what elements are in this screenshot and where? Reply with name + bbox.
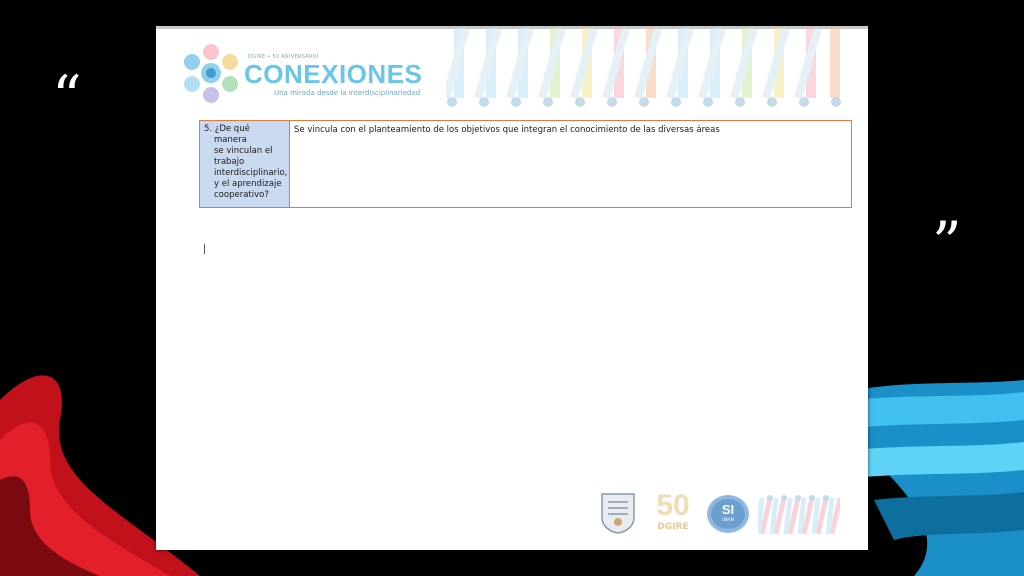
question-line: manera [214, 135, 247, 145]
brand-title: CONEXIONES [244, 59, 423, 89]
quote-close-mark: ” [932, 209, 962, 277]
question-line: trabajo [214, 157, 245, 167]
question-line: se vinculan el [214, 146, 273, 156]
question-line: cooperativo? [214, 190, 269, 200]
quote-open-mark: “ [52, 63, 82, 131]
mini-stripes-icon [758, 495, 840, 534]
brand-subtitle: Una mirada desde la interdisciplinarieda… [274, 89, 421, 97]
footer-logos: 50 DGIRE SI UNAM [598, 490, 848, 540]
question-answer-table: 5. ¿De qué manera se vinculan el trabajo… [199, 120, 852, 208]
anniversary-label: DGIRE [657, 522, 689, 532]
question-line: 5. ¿De qué [204, 124, 250, 134]
anniversary-number: 50 [656, 489, 690, 522]
header-stripes-decoration [446, 28, 841, 107]
conexiones-logo-icon [184, 44, 238, 103]
unam-shield-icon [601, 493, 635, 534]
answer-text: Se vincula con el planteamiento de los o… [294, 125, 720, 135]
answer-cell[interactable]: Se vincula con el planteamiento de los o… [290, 121, 851, 207]
question-line: interdisciplinario, [214, 168, 288, 178]
si-sublabel: UNAM [721, 517, 735, 522]
question-line: y el aprendizaje [214, 179, 282, 189]
text-cursor[interactable] [204, 244, 205, 254]
question-cell[interactable]: 5. ¿De qué manera se vinculan el trabajo… [200, 121, 290, 207]
blue-wave-decoration [854, 380, 1024, 576]
anniversary-logo: 50 DGIRE [648, 490, 698, 536]
document-slide: DGIRE • 50 ANIVERSARIO CONEXIONES Una mi… [156, 26, 868, 550]
si-label: SI [721, 502, 735, 517]
